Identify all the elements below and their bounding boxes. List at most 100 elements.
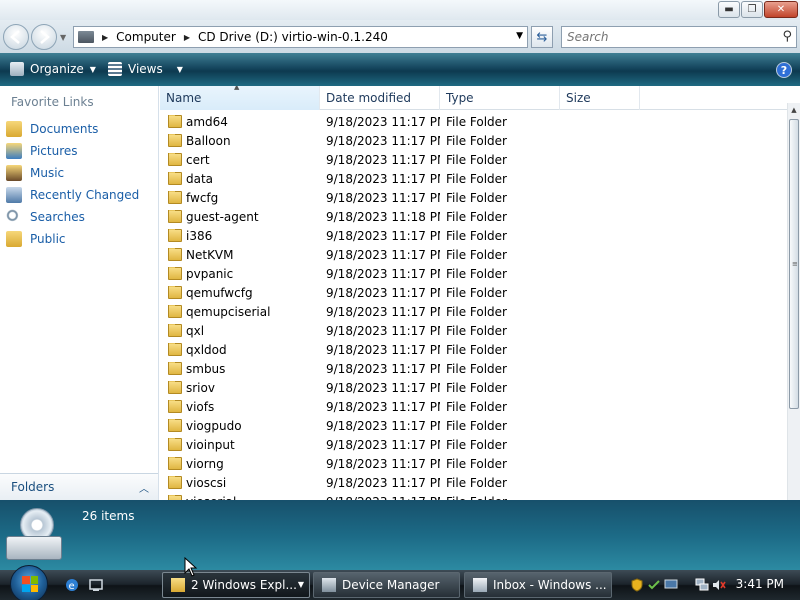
favorite-link-public[interactable]: Public <box>6 228 139 250</box>
table-row[interactable]: viofs 9/18/2023 11:17 PM File Folder <box>160 397 784 416</box>
table-row[interactable]: pvpanic 9/18/2023 11:17 PM File Folder <box>160 264 784 283</box>
close-button[interactable]: ✕ <box>764 1 798 18</box>
favorite-link-documents[interactable]: Documents <box>6 118 139 140</box>
table-row[interactable]: data 9/18/2023 11:17 PM File Folder <box>160 169 784 188</box>
views-button[interactable]: Views ▼ <box>108 62 183 76</box>
table-row[interactable]: fwcfg 9/18/2023 11:17 PM File Folder <box>160 188 784 207</box>
internet-explorer-icon[interactable]: e <box>64 577 80 593</box>
date-cell: 9/18/2023 11:17 PM <box>326 152 440 167</box>
minimize-button[interactable]: ▬ <box>718 1 740 18</box>
table-row[interactable]: vioserial9/18/2023 11:17 PMFile Folder <box>160 492 784 500</box>
type-cell: File Folder <box>446 171 507 186</box>
file-name: data <box>186 171 214 186</box>
type-cell: File Folder <box>446 399 507 414</box>
table-row[interactable]: qxl 9/18/2023 11:17 PM File Folder <box>160 321 784 340</box>
file-name: Balloon <box>186 133 231 148</box>
table-row[interactable]: Balloon 9/18/2023 11:17 PM File Folder <box>160 131 784 150</box>
recently-changed-icon <box>6 187 22 203</box>
forward-button[interactable] <box>31 24 57 50</box>
file-name: amd64 <box>186 114 228 129</box>
favorite-link-searches[interactable]: Searches <box>6 206 139 228</box>
search-box[interactable]: ⚲ <box>561 26 797 48</box>
folder-icon <box>168 323 182 337</box>
name-cell: NetKVM <box>160 247 320 262</box>
table-row[interactable]: smbus 9/18/2023 11:17 PM File Folder <box>160 359 784 378</box>
breadcrumb-arrow-icon[interactable]: ▶ <box>102 33 108 42</box>
table-row[interactable]: NetKVM 9/18/2023 11:17 PM File Folder <box>160 245 784 264</box>
vertical-scrollbar[interactable]: ▲ ≡ <box>787 103 800 500</box>
recent-pages-dropdown[interactable]: ▼ <box>60 33 66 42</box>
name-cell: viorng <box>160 456 320 471</box>
taskbar-button-label: 2 Windows Expl... <box>191 578 297 592</box>
column-header-size[interactable]: Size <box>560 86 640 110</box>
breadcrumb-arrow-icon[interactable]: ▶ <box>184 33 190 42</box>
music-icon <box>6 165 22 181</box>
table-row[interactable]: sriov 9/18/2023 11:17 PM File Folder <box>160 378 784 397</box>
security-shield-icon[interactable] <box>630 578 644 592</box>
refresh-button[interactable]: ⇆ <box>531 26 553 48</box>
column-header-label: Size <box>566 91 591 105</box>
table-row[interactable]: cert 9/18/2023 11:17 PM File Folder <box>160 150 784 169</box>
command-bar: Organize ▼ Views ▼ ? <box>0 53 800 86</box>
type-cell: File Folder <box>446 247 507 262</box>
file-name: fwcfg <box>186 190 219 205</box>
volume-muted-icon[interactable] <box>712 578 726 592</box>
windows-logo-icon <box>22 576 38 592</box>
maximize-button[interactable]: ❐ <box>741 1 763 18</box>
name-cell: cert <box>160 152 320 167</box>
back-button[interactable] <box>3 24 29 50</box>
scrollbar-thumb[interactable]: ≡ <box>789 119 799 409</box>
name-cell: viogpudo <box>160 418 320 433</box>
table-row[interactable]: i386 9/18/2023 11:17 PM File Folder <box>160 226 784 245</box>
column-header-type[interactable]: Type <box>440 86 560 110</box>
monitor-icon[interactable] <box>664 578 678 592</box>
table-row[interactable]: qemupciserial 9/18/2023 11:17 PM File Fold… <box>160 302 784 321</box>
network-check-icon[interactable] <box>647 578 661 592</box>
favorite-link-pictures[interactable]: Pictures <box>6 140 139 162</box>
table-row[interactable]: vioinput 9/18/2023 11:17 PM File Folder <box>160 435 784 454</box>
column-header-name[interactable]: ▲ Name <box>160 86 320 110</box>
address-dropdown-icon[interactable]: ▼ <box>516 31 523 41</box>
table-row[interactable]: vioscsi 9/18/2023 11:17 PM File Folder <box>160 473 784 492</box>
breadcrumb-cd-drive[interactable]: CD Drive (D:) virtio-win-0.1.240 <box>198 30 388 44</box>
caption-buttons: ▬ ❐ ✕ <box>717 1 798 18</box>
file-name: vioscsi <box>186 475 227 490</box>
taskbar-button-inbox[interactable]: Inbox - Windows ... <box>464 572 612 598</box>
help-button[interactable]: ? <box>776 62 792 78</box>
folders-pane-toggle[interactable]: Folders ︿ <box>0 473 158 500</box>
date-cell: 9/18/2023 11:17 PM <box>326 342 440 357</box>
table-row[interactable]: viorng 9/18/2023 11:17 PM File Folder <box>160 454 784 473</box>
clock[interactable]: 3:41 PM <box>736 577 784 591</box>
date-cell: 9/18/2023 11:17 PM <box>326 228 440 243</box>
show-desktop-icon[interactable] <box>88 577 104 593</box>
folder-icon <box>168 114 182 128</box>
favorite-link-music[interactable]: Music <box>6 162 139 184</box>
search-input[interactable] <box>567 30 767 44</box>
table-row[interactable]: viogpudo 9/18/2023 11:17 PM File Folder <box>160 416 784 435</box>
type-cell: File Folder <box>446 209 507 224</box>
table-row[interactable]: amd64 9/18/2023 11:17 PM File Folder <box>160 112 784 131</box>
organize-button[interactable]: Organize ▼ <box>10 62 96 76</box>
search-icon[interactable]: ⚲ <box>782 29 792 44</box>
taskbar-button-device-manager[interactable]: Device Manager <box>313 572 460 598</box>
table-row[interactable]: qemufwcfg 9/18/2023 11:17 PM File Folder <box>160 283 784 302</box>
folder-icon <box>168 399 182 413</box>
address-row: ▼ ▶ Computer ▶ CD Drive (D:) virtio-win-… <box>0 20 800 53</box>
public-icon <box>6 231 22 247</box>
taskbar: e 2 Windows Expl... ▼ Device Manager Inb… <box>0 565 800 600</box>
table-row[interactable]: qxldod 9/18/2023 11:17 PM File Folder <box>160 340 784 359</box>
column-header-date[interactable]: Date modified <box>320 86 440 110</box>
type-cell: File Folder <box>446 114 507 129</box>
svg-text:e: e <box>69 581 75 592</box>
favorite-link-recently-changed[interactable]: Recently Changed <box>6 184 139 206</box>
type-cell: File Folder <box>446 285 507 300</box>
file-rows: amd64 9/18/2023 11:17 PM File Folder Balloo… <box>160 112 784 500</box>
scroll-up-icon[interactable]: ▲ <box>788 103 800 117</box>
breadcrumb-computer[interactable]: Computer <box>116 30 176 44</box>
table-row[interactable]: guest-agent 9/18/2023 11:18 PM File Folder <box>160 207 784 226</box>
address-bar[interactable]: ▶ Computer ▶ CD Drive (D:) virtio-win-0.… <box>73 26 528 48</box>
network-icon[interactable] <box>695 578 709 592</box>
start-button[interactable] <box>10 565 48 600</box>
date-cell: 9/18/2023 11:17 PM <box>326 361 440 376</box>
file-name: viofs <box>186 399 215 414</box>
